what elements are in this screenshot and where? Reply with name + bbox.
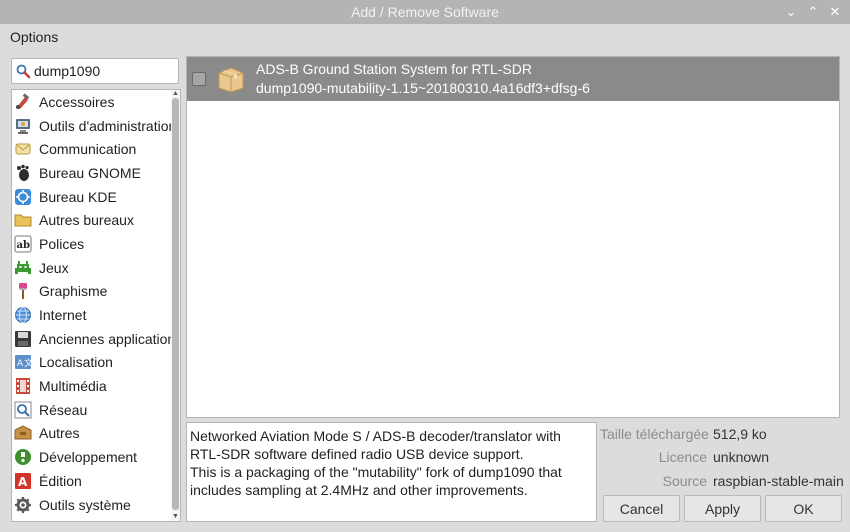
category-item[interactable]: Autres bureaux xyxy=(12,208,180,232)
apply-button[interactable]: Apply xyxy=(684,495,761,522)
download-size-label: Taille téléchargée xyxy=(600,425,709,442)
category-label: Jeux xyxy=(39,259,69,276)
multimedia-icon xyxy=(13,376,33,396)
internet-icon xyxy=(13,305,33,325)
cancel-button[interactable]: Cancel xyxy=(603,495,680,522)
category-label: Développement xyxy=(39,449,138,466)
dialog-buttons: Cancel Apply OK xyxy=(603,495,842,522)
category-label: Réseau xyxy=(39,401,88,418)
download-size-value: 512,9 ko xyxy=(713,425,767,442)
games-icon xyxy=(13,258,33,278)
category-item[interactable]: A Édition xyxy=(12,469,180,493)
ok-button[interactable]: OK xyxy=(765,495,842,522)
network-icon xyxy=(13,400,33,420)
category-item[interactable]: Graphisme xyxy=(12,280,180,304)
svg-text:A: A xyxy=(18,475,28,489)
package-list: ADS-B Ground Station System for RTL-SDR … xyxy=(186,56,840,418)
scroll-up-icon[interactable]: ▲ xyxy=(171,90,180,98)
package-row[interactable]: ADS-B Ground Station System for RTL-SDR … xyxy=(187,57,839,101)
package-version: dump1090-mutability-1.15~20180310.4a16df… xyxy=(256,80,590,96)
category-label: Anciennes applications xyxy=(39,330,180,347)
category-label: Bureau KDE xyxy=(39,188,117,205)
info-license: Licence unknown xyxy=(600,446,845,470)
package-box-icon xyxy=(218,67,244,93)
category-item[interactable]: Bureau GNOME xyxy=(12,161,180,185)
window-controls: ⌄ ⌃ ✕ xyxy=(782,0,844,24)
package-description: Networked Aviation Mode S / ADS-B decode… xyxy=(186,422,597,522)
svg-text:A: A xyxy=(17,359,24,369)
search-box[interactable] xyxy=(11,58,179,84)
graphics-icon xyxy=(13,281,33,301)
category-item[interactable]: Jeux xyxy=(12,256,180,280)
category-label: Autres bureaux xyxy=(39,212,134,229)
svg-text:ab: ab xyxy=(17,240,30,251)
category-scrollbar[interactable]: ▲ ▼ xyxy=(171,90,180,521)
category-item[interactable]: Autres xyxy=(12,422,180,446)
other-desktops-icon xyxy=(13,210,33,230)
license-value: unknown xyxy=(713,449,770,466)
category-item[interactable]: Communication xyxy=(12,137,180,161)
info-source: Source raspbian-stable-main xyxy=(600,469,845,493)
description-line-2: This is a packaging of the "mutability" … xyxy=(190,464,562,498)
category-item[interactable]: Réseau xyxy=(12,398,180,422)
category-item[interactable]: Internet xyxy=(12,303,180,327)
kde-desktop-icon xyxy=(13,187,33,207)
category-label: Internet xyxy=(39,307,87,324)
menu-bar: Options xyxy=(0,24,850,50)
category-item[interactable]: Développement xyxy=(12,445,180,469)
category-label: Localisation xyxy=(39,354,113,371)
scroll-thumb[interactable] xyxy=(172,98,179,510)
category-label: Outils système xyxy=(39,496,131,513)
description-line-1: Networked Aviation Mode S / ADS-B decode… xyxy=(190,428,561,462)
communication-icon xyxy=(13,139,33,159)
menu-options[interactable]: Options xyxy=(0,29,68,45)
accessories-icon xyxy=(13,92,33,112)
minimize-icon[interactable]: ⌄ xyxy=(782,3,800,21)
svg-text:文: 文 xyxy=(24,357,32,369)
gnome-desktop-icon xyxy=(13,163,33,183)
category-item[interactable]: Anciennes applications xyxy=(12,327,180,351)
title-bar[interactable]: Add / Remove Software ⌄ ⌃ ✕ xyxy=(0,0,850,24)
category-item[interactable]: A文 Localisation xyxy=(12,351,180,375)
publishing-icon: A xyxy=(13,471,33,491)
package-checkbox[interactable] xyxy=(192,72,206,86)
category-label: Outils d'administration xyxy=(39,117,177,134)
category-item[interactable]: ab Polices xyxy=(12,232,180,256)
source-label: Source xyxy=(662,472,707,489)
category-label: Édition xyxy=(39,472,82,489)
other-icon xyxy=(13,423,33,443)
category-label: Graphisme xyxy=(39,283,108,300)
close-icon[interactable]: ✕ xyxy=(826,3,844,21)
info-download-size: Taille téléchargée 512,9 ko xyxy=(600,422,845,446)
category-list: Accessoires Outils d'administration Commun… xyxy=(11,89,181,522)
category-item[interactable]: Multimédia xyxy=(12,374,180,398)
category-label: Multimédia xyxy=(39,378,107,395)
package-info: Taille téléchargée 512,9 ko Licence unkn… xyxy=(600,422,845,493)
search-input[interactable] xyxy=(34,63,170,79)
license-label: Licence xyxy=(658,449,707,466)
source-value: raspbian-stable-main xyxy=(713,472,844,489)
scroll-down-icon[interactable]: ▼ xyxy=(171,513,180,521)
admin-tools-icon xyxy=(13,116,33,136)
category-label: Autres xyxy=(39,425,80,442)
window-title: Add / Remove Software xyxy=(351,4,499,20)
category-item[interactable]: Outils système xyxy=(12,493,180,517)
category-item[interactable]: Accessoires xyxy=(12,90,180,114)
category-item[interactable]: Outils d'administration xyxy=(12,114,180,138)
maximize-icon[interactable]: ⌃ xyxy=(804,3,822,21)
category-label: Polices xyxy=(39,235,85,252)
search-icon xyxy=(12,63,34,79)
package-summary: ADS-B Ground Station System for RTL-SDR xyxy=(256,61,532,77)
system-tools-icon xyxy=(13,495,33,515)
localization-icon: A文 xyxy=(13,352,33,372)
fonts-icon: ab xyxy=(13,234,33,254)
development-icon xyxy=(13,447,33,467)
category-label: Bureau GNOME xyxy=(39,164,141,181)
category-item[interactable]: Bureau KDE xyxy=(12,185,180,209)
category-label: Accessoires xyxy=(39,93,115,110)
legacy-apps-icon xyxy=(13,329,33,349)
category-label: Communication xyxy=(39,141,137,158)
